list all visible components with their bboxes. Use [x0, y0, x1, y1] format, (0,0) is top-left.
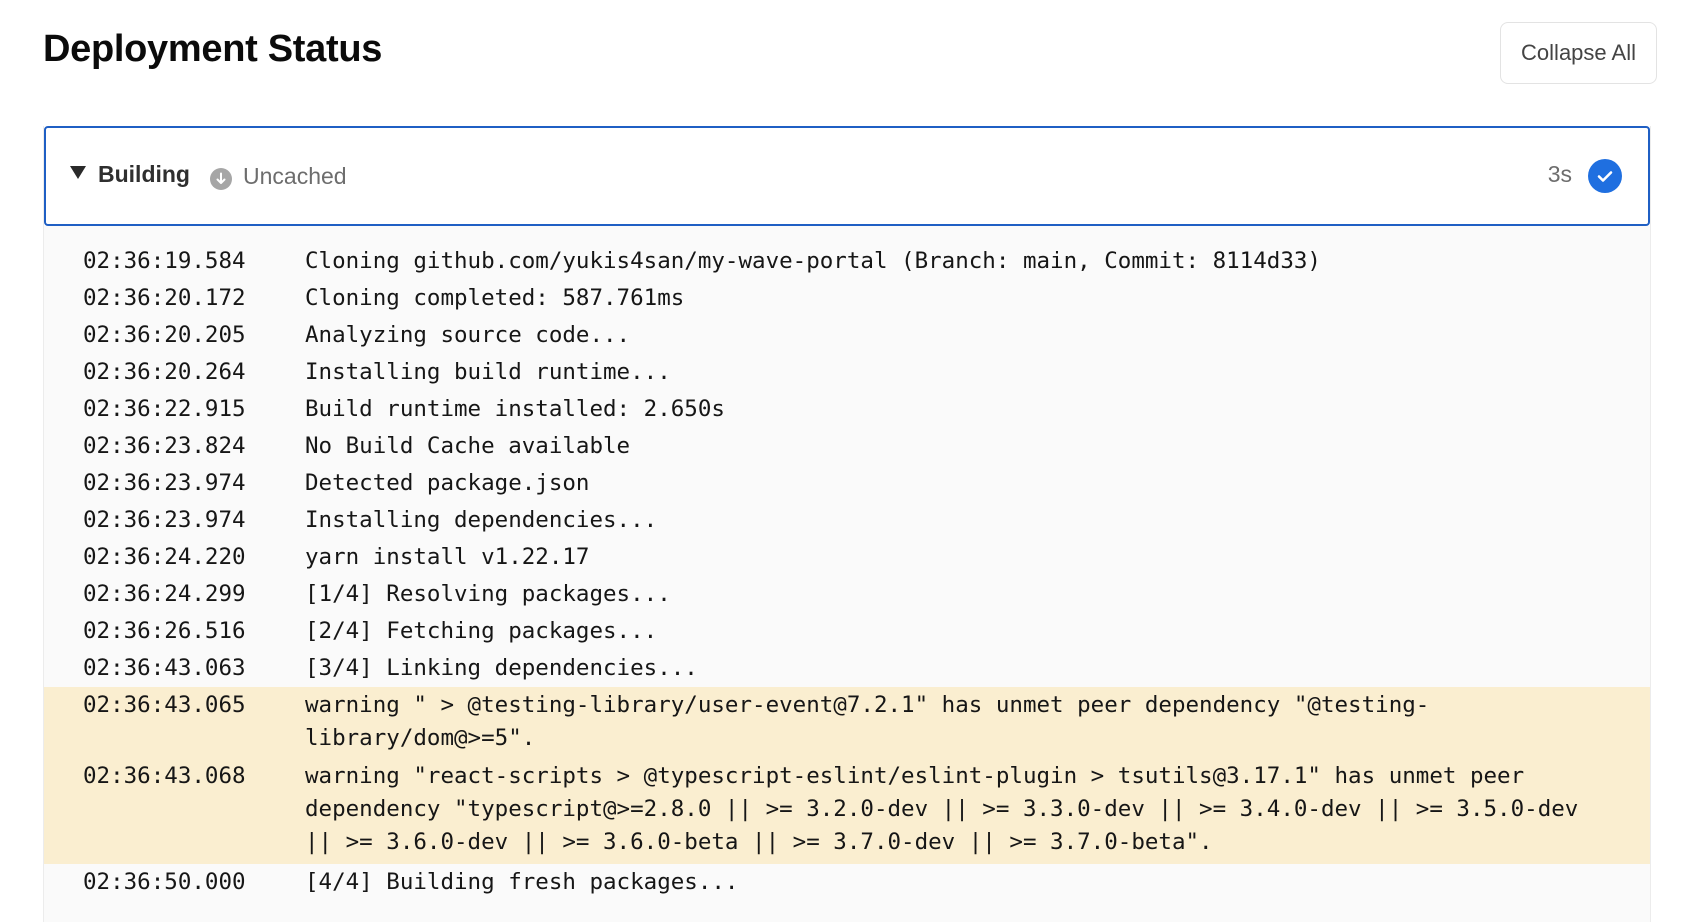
log-row: 02:36:22.915 Build runtime installed: 2.6…: [44, 391, 1650, 428]
page-header: Deployment Status Collapse All: [43, 22, 1657, 86]
log-timestamp: 02:36:20.264: [83, 359, 246, 385]
log-timestamp: 02:36:23.974: [83, 470, 246, 496]
log-row: 02:36:23.824 No Build Cache available: [44, 428, 1650, 465]
download-circle-icon: [210, 168, 232, 190]
log-row-warning: 02:36:43.068 warning "react-scripts > @ty…: [44, 757, 1650, 864]
log-timestamp: 02:36:43.065: [83, 692, 246, 718]
log-message: Installing build runtime...: [305, 359, 671, 385]
log-message: Analyzing source code...: [305, 322, 631, 348]
log-message: No Build Cache available: [305, 433, 631, 459]
log-message: Cloning github.com/yukis4san/my-wave-por…: [305, 248, 1321, 274]
log-row: 02:36:50.000 [4/4] Building fresh package…: [44, 864, 1650, 901]
build-duration: 3s: [1547, 161, 1572, 187]
log-timestamp: 02:36:22.915: [83, 396, 246, 422]
log-timestamp: 02:36:24.220: [83, 544, 246, 570]
log-timestamp: 02:36:50.000: [83, 869, 246, 895]
log-row: 02:36:24.299 [1/4] Resolving packages...: [44, 576, 1650, 613]
build-section-header[interactable]: Building Uncached 3s: [44, 126, 1650, 226]
log-message: [4/4] Building fresh packages...: [305, 869, 739, 895]
log-timestamp: 02:36:23.824: [83, 433, 246, 459]
log-message: Installing dependencies...: [305, 507, 658, 533]
page-title: Deployment Status: [43, 28, 383, 70]
check-circle-icon: [1588, 159, 1622, 193]
log-list: 02:36:19.584 Cloning github.com/yukis4san…: [44, 226, 1650, 901]
cache-status-label: Uncached: [243, 163, 347, 189]
caret-down-icon[interactable]: [70, 166, 86, 179]
collapse-all-button[interactable]: Collapse All: [1500, 22, 1657, 84]
build-section: Building Uncached 3s 02:36:19.584 Cloning…: [43, 126, 1651, 922]
log-timestamp: 02:36:23.974: [83, 507, 246, 533]
log-row: 02:36:20.172 Cloning completed: 587.761ms: [44, 280, 1650, 317]
log-message: Cloning completed: 587.761ms: [305, 285, 685, 311]
log-row: 02:36:43.063 [3/4] Linking dependencies..…: [44, 650, 1650, 687]
log-message: yarn install v1.22.17: [305, 544, 590, 570]
log-row: 02:36:24.220 yarn install v1.22.17: [44, 539, 1650, 576]
log-timestamp: 02:36:20.205: [83, 322, 246, 348]
log-row: 02:36:23.974 Detected package.json: [44, 465, 1650, 502]
log-message: warning " > @testing-library/user-event@…: [305, 692, 1430, 751]
log-timestamp: 02:36:43.068: [83, 763, 246, 789]
log-message: Detected package.json: [305, 470, 590, 496]
log-row: 02:36:20.205 Analyzing source code...: [44, 317, 1650, 354]
log-message: [1/4] Resolving packages...: [305, 581, 671, 607]
log-timestamp: 02:36:43.063: [83, 655, 246, 681]
log-timestamp: 02:36:26.516: [83, 618, 246, 644]
log-row: 02:36:23.974 Installing dependencies...: [44, 502, 1650, 539]
log-row: 02:36:19.584 Cloning github.com/yukis4san…: [44, 243, 1650, 280]
log-message: Build runtime installed: 2.650s: [305, 396, 725, 422]
log-row: 02:36:26.516 [2/4] Fetching packages...: [44, 613, 1650, 650]
log-timestamp: 02:36:20.172: [83, 285, 246, 311]
log-message: warning "react-scripts > @typescript-esl…: [305, 763, 1592, 855]
log-row-warning: 02:36:43.065 warning " > @testing-library…: [44, 687, 1650, 757]
section-title: Building: [98, 161, 190, 187]
log-timestamp: 02:36:24.299: [83, 581, 246, 607]
log-message: [3/4] Linking dependencies...: [305, 655, 698, 681]
log-row: 02:36:20.264 Installing build runtime...: [44, 354, 1650, 391]
log-message: [2/4] Fetching packages...: [305, 618, 658, 644]
build-log: 02:36:19.584 Cloning github.com/yukis4san…: [44, 226, 1650, 922]
log-timestamp: 02:36:19.584: [83, 248, 246, 274]
